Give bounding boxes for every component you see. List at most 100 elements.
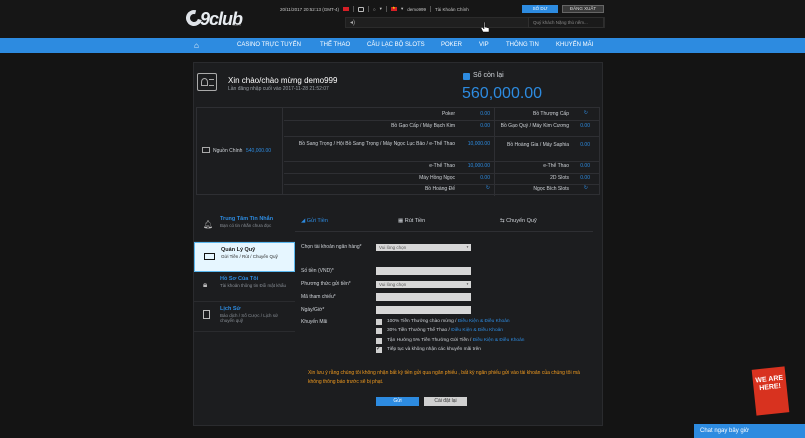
refresh-icon[interactable]: ○ [373,7,376,12]
wallet-value: 0.00 [580,175,590,181]
wallet-label: Bồ Hoàng Đế [424,186,455,192]
promo-checkbox[interactable] [376,319,382,325]
nav-casino[interactable]: CASINO TRỰC TUYẾN [237,42,301,48]
message-icon[interactable] [357,6,364,12]
divider [352,6,354,12]
tab-deposit[interactable]: ◢ Gửi Tiền [301,218,328,224]
main-nav: ⌂ CASINO TRỰC TUYẾN THỂ THAO CÂU LẠC BỘ … [0,38,805,53]
tab-transfer[interactable]: ⇆ Chuyển Quỹ [500,218,537,224]
divider [385,6,387,12]
bell-icon: 🔔︎ [203,220,214,229]
language-flag-icon[interactable] [342,7,349,11]
wallet-value: 0.00 [580,163,590,169]
reference-input[interactable] [376,293,471,301]
terms-link[interactable]: Điều Kiện & Điều Khoản [473,338,525,343]
we-are-here-badge[interactable]: WE ARE HERE! [751,366,790,416]
chat-button[interactable]: Chat ngay bây giờ [694,424,805,438]
wallet-label: Bồ Gạo Quý / Máy Kim Cương [500,123,569,129]
logo-tld: .com [232,22,241,27]
promo-option: 30% Tiền Thưởng Thể Thao / Điều Kiện & Đ… [387,328,503,333]
site-logo[interactable]: 9club .com [183,7,246,30]
deposit-notice: Xin lưu ý rằng chúng tôi không nhận bất … [308,370,580,385]
no-promo-checkbox[interactable] [376,345,382,353]
amount-label: Số tiền (VND)* [301,268,334,274]
account-link[interactable]: Tài Khoản Chính [435,7,469,12]
sidebar-item-title: Lịch Sử [220,306,241,312]
nav-promotions[interactable]: KHUYẾN MÃI [556,42,593,48]
wallet-value: 0.00 [580,142,590,148]
promo-checkbox[interactable] [376,328,382,334]
main-wallet-label: Nguồn Chính [213,148,243,154]
promo-option: Tiếp tục và không nhận các khuyến mãi tr… [387,347,481,352]
nav-poker[interactable]: POKER [441,42,462,48]
nav-sports[interactable]: THỂ THAO [320,42,350,48]
nav-vip[interactable]: VIP [479,42,489,48]
wallet-label: e-Thể Thao [543,163,569,169]
last-login: Lần đăng nhập cuối vào 2017-11-28 21:52:… [228,86,329,92]
reset-button[interactable]: Cài đặt lại [424,397,467,406]
sidebar-item-title: Hồ Sơ Của Tôi [220,276,259,282]
balance-label: Số còn lại [473,72,504,79]
main-wallet-value: 540,000.00 [246,148,272,154]
sidebar-item-sub: Tài khoản thông tin Đổi mật khẩu [220,283,287,288]
refresh-icon[interactable]: ↻ [578,110,588,116]
welcome-title: Xin chào/chào mừng demo999 [228,76,338,85]
wallet-label: Bồ Thượng Cấp [533,111,569,117]
sidebar-item-sub: Gửi Tiền / Rút / Chuyển Quỹ [221,254,278,259]
wallet-label: Poker [441,111,455,117]
terms-link[interactable]: Điều Kiện & Điều Khoản [458,319,510,324]
datetime-input[interactable] [376,306,471,314]
divider [367,6,369,12]
bank-select[interactable]: Vui lòng chọn [376,244,471,251]
promo-checkbox[interactable] [376,338,382,344]
reference-label: Mã tham chiếu* [301,294,336,300]
profile-card-icon [197,73,217,91]
sidebar-item-sub: Bạn có tin nhắn chưa đọc [220,223,272,228]
wallet-icon [202,147,210,153]
submit-button[interactable]: Gửi [376,397,419,406]
refresh-icon[interactable]: ↻ [578,185,588,191]
search-input[interactable]: Quý khách Nặng thủ nếm... [528,17,604,28]
wallet-value: 0.00 [480,175,490,181]
sidebar-item-history[interactable]: Lịch Sử Báo dịch / Số Cược / Lịch sử chu… [194,302,295,332]
sidebar-item-funds[interactable]: Quản Lý Quỹ Gửi Tiền / Rút / Chuyển Quỹ [194,242,295,272]
settings-icon[interactable]: ▾ [380,6,382,12]
refresh-balance-icon[interactable] [463,73,470,80]
hand-cursor-icon [481,22,489,33]
terms-link[interactable]: Điều Kiện & Điều Khoản [451,328,503,333]
wallet-value: 10,000.00 [467,163,490,169]
wallet-label: Bồ Sang Trọng / Hội Bồ Sang Trọng / Máy … [298,141,455,147]
datetime: 20/11/2017 20:52:13 (GMT-4) [280,6,339,12]
logout-button[interactable]: ĐĂNG XUẤT [562,5,604,13]
datetime-label: Ngày/Giờ* [301,307,325,313]
lock-icon: 🔒︎ [203,280,208,289]
sidebar-item-title: Trung Tâm Tin Nhắn [220,216,274,222]
home-icon[interactable]: ⌂ [194,41,199,50]
tab-withdraw[interactable]: ▦ Rút Tiền [398,218,425,224]
promo-label: Khuyến Mãi [301,319,328,325]
utility-row: 20/11/2017 20:52:13 (GMT-4) ○ ▾ ▾ demo99… [280,4,469,14]
nav-slots[interactable]: CÂU LẠC BỘ SLOTS [367,42,425,48]
amount-input[interactable] [376,267,471,275]
sidebar-item-messages[interactable]: 🔔︎ Trung Tâm Tin Nhắn Bạn có tin nhắn ch… [194,212,295,242]
account-sidebar: 🔔︎ Trung Tâm Tin Nhắn Bạn có tin nhắn ch… [194,212,295,418]
wallet-label: Bồ Hoàng Gia / Máy Saphia [507,142,569,148]
divider [429,6,431,12]
sidebar-item-profile[interactable]: 🔒︎ Hồ Sơ Của Tôi Tài khoản thông tin Đổi… [194,272,295,302]
wallet-value: 10,000.00 [467,141,490,147]
speaker-icon: ◂) [350,20,356,26]
deposit-button[interactable]: SỐ DƯ [522,5,558,13]
vietnam-flag-icon[interactable] [390,5,397,11]
promo-option: Tận Hưởng 5% Tiền Thưởng Gửi Tiền / Điều… [387,338,525,343]
method-select[interactable]: Vui lòng chọn [376,281,471,288]
refresh-icon[interactable]: ↻ [480,185,490,191]
username: demo999 [407,6,426,12]
wallet-value: 0.00 [480,123,490,129]
promo-option: 100% Tiền Thưởng chào mừng / Điều Kiện &… [387,319,510,324]
wallet-label: Bồ Gạo Cấp / Máy Bạch Kim [391,123,455,129]
nav-info[interactable]: THÔNG TIN [506,42,539,48]
wallet-value: 0.00 [580,123,590,129]
main-wallet: Nguồn Chính 540,000.00 [196,107,283,195]
chevron-down-icon[interactable]: ▾ [401,6,403,12]
balance-value: 560,000.00 [462,85,543,102]
